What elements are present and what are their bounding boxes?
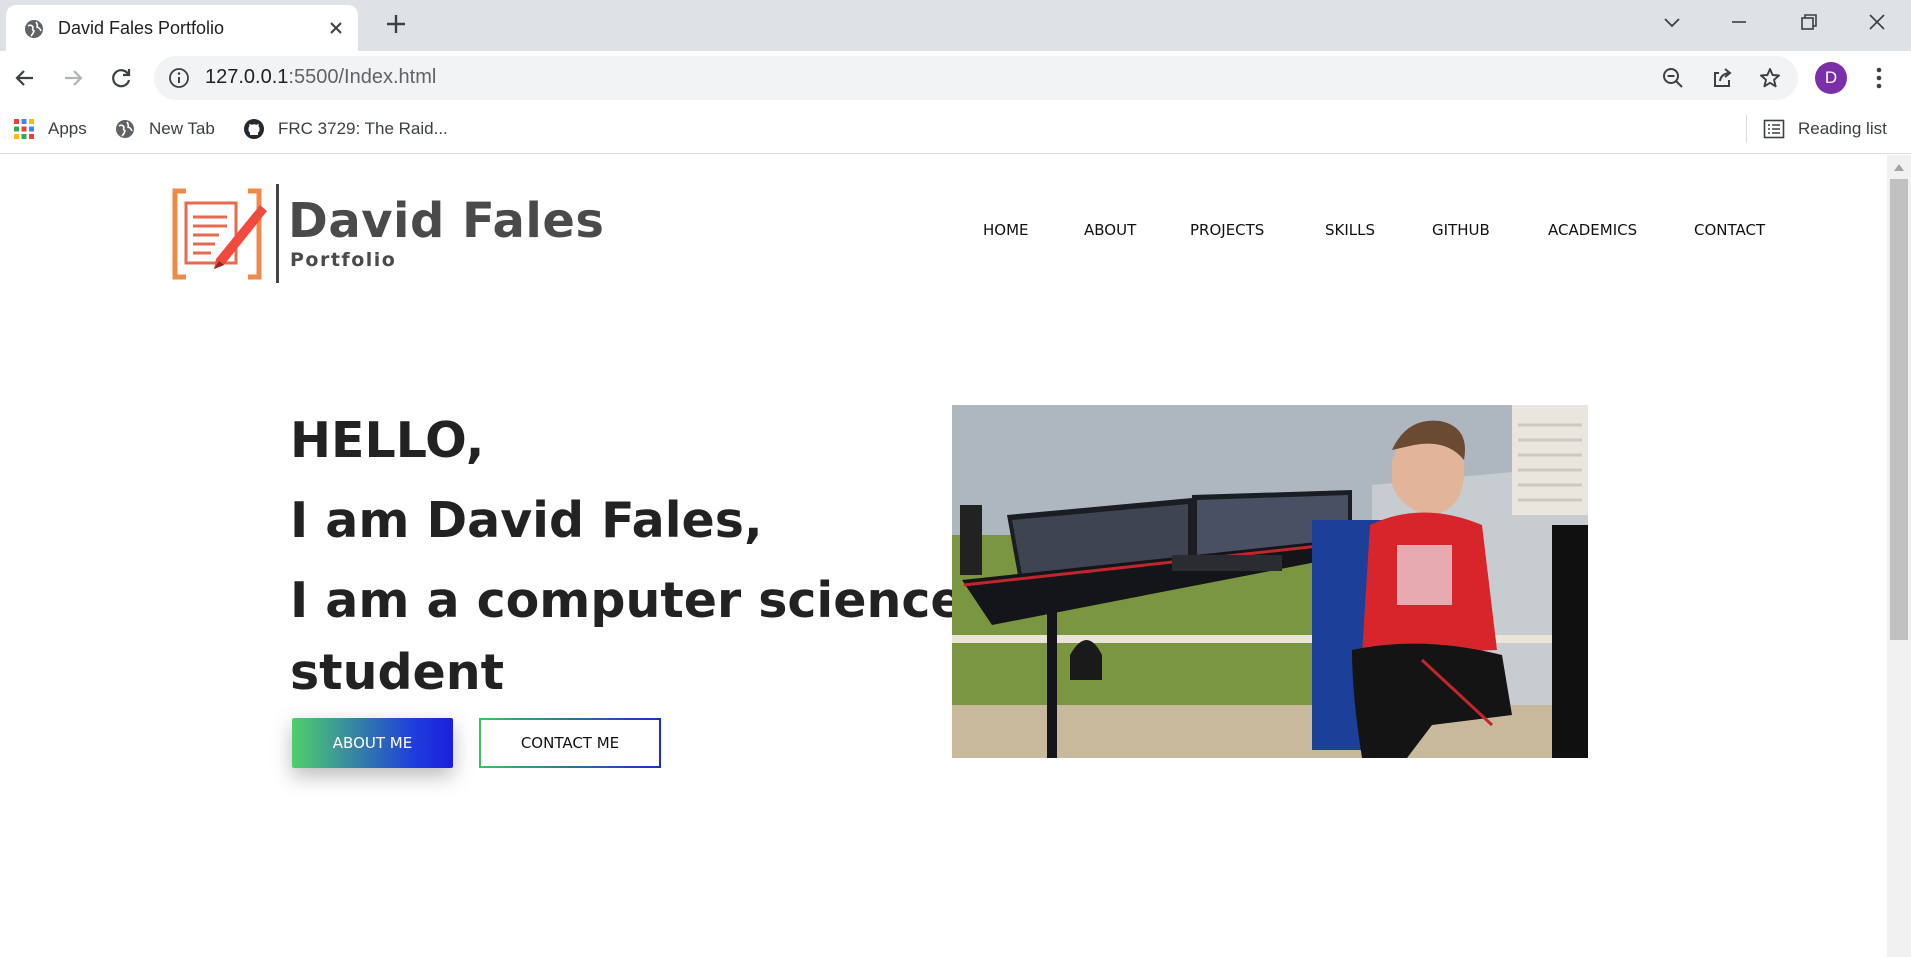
- url-path: :5500/Index.html: [288, 66, 437, 88]
- reading-list-label: Reading list: [1798, 119, 1887, 138]
- reload-icon[interactable]: [107, 64, 135, 92]
- bookmarks-divider: [1746, 115, 1747, 143]
- minimize-icon[interactable]: [1726, 9, 1752, 35]
- tab-search-chevron-icon[interactable]: [1659, 9, 1685, 35]
- nav-about[interactable]: ABOUT: [1084, 221, 1136, 239]
- contact-me-button[interactable]: CONTACT ME: [479, 718, 661, 768]
- nav-contact[interactable]: CONTACT: [1694, 221, 1765, 239]
- nav-home[interactable]: HOME: [983, 221, 1029, 239]
- new-tab-icon[interactable]: [383, 11, 409, 37]
- github-icon: [243, 118, 265, 140]
- site-logo[interactable]: David Fales Portfolio: [172, 183, 604, 285]
- pen-paper-logo-icon: [172, 183, 268, 285]
- bookmark-label: Apps: [48, 119, 87, 138]
- browser-toolbar: 127.0.0.1:5500/Index.html D: [0, 51, 1911, 105]
- hero-greeting: HELLO,: [290, 412, 485, 469]
- logo-name: David Fales: [288, 193, 605, 249]
- globe-icon: [23, 18, 45, 40]
- nav-projects[interactable]: PROJECTS: [1190, 221, 1264, 239]
- hero-role-line-2: student: [290, 644, 505, 701]
- profile-photo: [952, 405, 1588, 758]
- nav-academics[interactable]: ACADEMICS: [1548, 221, 1637, 239]
- scroll-up-arrow-icon[interactable]: [1893, 162, 1905, 172]
- logo-subtitle: Portfolio: [290, 249, 397, 271]
- reading-list-icon: [1763, 118, 1785, 140]
- share-icon[interactable]: [1710, 66, 1734, 90]
- apps-grid-icon: [13, 118, 35, 140]
- bookmark-frc[interactable]: FRC 3729: The Raid...: [243, 115, 448, 143]
- forward-arrow-icon[interactable]: [59, 64, 87, 92]
- bookmark-new-tab[interactable]: New Tab: [114, 115, 215, 143]
- active-tab[interactable]: David Fales Portfolio: [6, 5, 358, 51]
- zoom-out-icon[interactable]: [1661, 66, 1685, 90]
- restore-icon[interactable]: [1796, 9, 1822, 35]
- back-arrow-icon[interactable]: [11, 64, 39, 92]
- page-scrollbar[interactable]: [1887, 155, 1911, 957]
- bookmark-label: FRC 3729: The Raid...: [278, 119, 448, 138]
- address-bar[interactable]: 127.0.0.1:5500/Index.html: [154, 56, 1798, 100]
- bookmarks-bar: Apps New Tab FRC 3729: The Raid... Readi…: [0, 105, 1911, 154]
- bookmark-star-icon[interactable]: [1758, 66, 1782, 90]
- tab-title: David Fales Portfolio: [58, 18, 225, 38]
- close-window-icon[interactable]: [1864, 9, 1890, 35]
- nav-github[interactable]: GITHUB: [1432, 221, 1490, 239]
- tab-strip: David Fales Portfolio: [0, 0, 1911, 51]
- url-host: 127.0.0.1: [205, 66, 289, 88]
- reading-list-button[interactable]: Reading list: [1763, 115, 1887, 143]
- nav-skills[interactable]: SKILLS: [1325, 221, 1375, 239]
- profile-avatar[interactable]: D: [1815, 62, 1847, 94]
- globe-icon: [114, 118, 136, 140]
- more-menu-icon[interactable]: [1866, 64, 1892, 92]
- hero-name-line: I am David Fales,: [290, 492, 763, 549]
- scroll-thumb[interactable]: [1890, 179, 1908, 640]
- portfolio-page: David Fales Portfolio HOME ABOUT PROJECT…: [0, 155, 1887, 957]
- close-tab-icon[interactable]: [326, 18, 346, 38]
- bookmark-apps[interactable]: Apps: [13, 115, 87, 143]
- site-info-icon[interactable]: [168, 67, 190, 89]
- url-text[interactable]: 127.0.0.1:5500/Index.html: [205, 66, 436, 89]
- about-me-button[interactable]: ABOUT ME: [292, 718, 453, 768]
- logo-divider: [276, 184, 279, 283]
- bookmark-label: New Tab: [149, 119, 215, 138]
- hero-role-line: I am a computer science: [290, 572, 964, 629]
